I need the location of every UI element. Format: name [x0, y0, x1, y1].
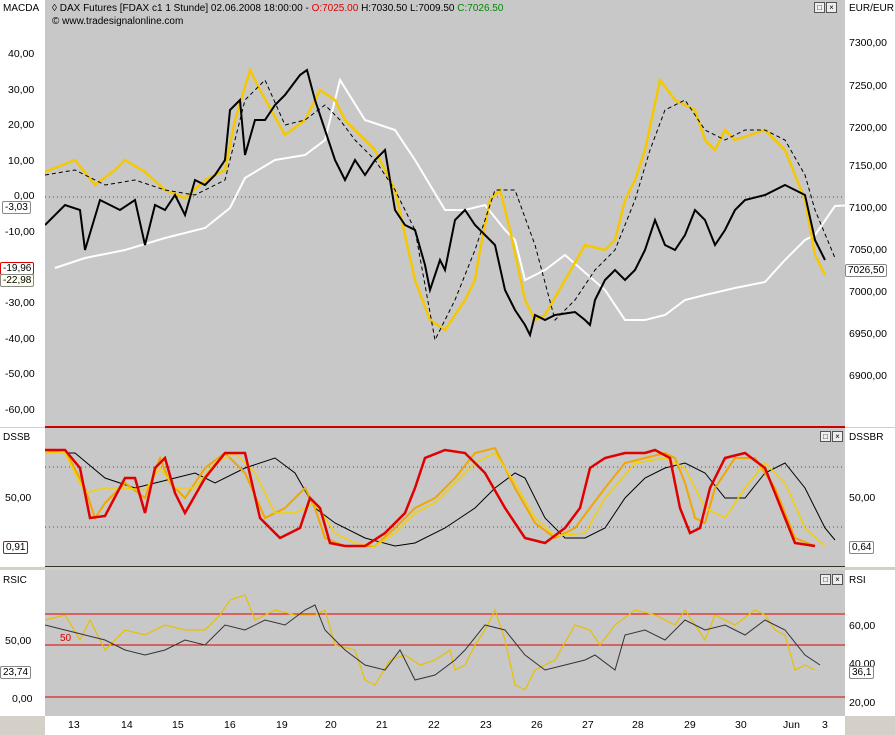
macd-tick: 10,00 — [8, 155, 35, 167]
rsic-marker: 23,74 — [0, 666, 32, 679]
date-tick: 14 — [121, 719, 133, 731]
dssb-tick: 50,00 — [5, 492, 32, 504]
rsic-tick: 50,00 — [5, 635, 32, 647]
dssbr-tick: 50,00 — [849, 492, 876, 504]
date-tick: 3 — [822, 719, 828, 731]
date-tick: 22 — [428, 719, 440, 731]
dssb-marker: 0,91 — [3, 541, 29, 554]
date-tick: 23 — [480, 719, 492, 731]
pane-label-macda: MACDA — [3, 3, 40, 14]
date-tick: 16 — [224, 719, 236, 731]
rsi-tick: 20,00 — [849, 697, 876, 709]
price-tick: 7150,00 — [849, 160, 887, 172]
date-tick: 15 — [172, 719, 184, 731]
price-envelope-line — [54, 77, 845, 321]
date-tick: 20 — [325, 719, 337, 731]
rsi-tick: 60,00 — [849, 620, 876, 632]
price-marker: 7026,50 — [845, 264, 888, 277]
price-tick: 7050,00 — [849, 244, 887, 256]
price-tick: 7300,00 — [849, 37, 887, 49]
price-tick: 6900,00 — [849, 370, 887, 382]
pane-label-dssb: DSSB — [3, 432, 31, 443]
pane-label-rsic: RSIC — [3, 575, 27, 586]
dssb-chart-svg — [45, 446, 845, 548]
macd-marker-signal: -3,03 — [2, 201, 31, 214]
date-tick: 28 — [632, 719, 644, 731]
date-tick: 13 — [68, 719, 80, 731]
macd-marker-hist: -22,98 — [0, 274, 35, 287]
macd-tick: -50,00 — [5, 368, 35, 380]
macd-tick: 30,00 — [8, 84, 35, 96]
macd-tick: -40,00 — [5, 333, 35, 345]
rsi-marker: 36,1 — [849, 666, 875, 679]
date-axis — [45, 716, 845, 735]
price-tick: 7100,00 — [849, 202, 887, 214]
date-tick: 27 — [582, 719, 594, 731]
price-tick: 7000,00 — [849, 286, 887, 298]
rsic-tick: 0,00 — [12, 693, 33, 705]
date-tick: Jun — [783, 719, 800, 731]
pane-label-rsi: RSI — [849, 575, 866, 586]
rsi-right-axis — [845, 570, 895, 716]
price-tick: 6950,00 — [849, 328, 887, 340]
rsi-chart-svg — [45, 594, 845, 698]
currency-label: EUR/EUR — [849, 3, 895, 14]
dssbr-marker: 0,64 — [849, 541, 875, 554]
macd-chart-svg — [45, 66, 845, 342]
macd-tick: 40,00 — [8, 48, 35, 60]
macd-tick: -60,00 — [5, 404, 35, 416]
price-tick: 7250,00 — [849, 80, 887, 92]
date-tick: 30 — [735, 719, 747, 731]
date-tick: 19 — [276, 719, 288, 731]
macd-tick: -10,00 — [5, 226, 35, 238]
macd-tick: 20,00 — [8, 119, 35, 131]
pane-label-dssbr: DSSBR — [849, 432, 884, 443]
price-tick: 7200,00 — [849, 122, 887, 134]
date-tick: 21 — [376, 719, 388, 731]
macd-tick: -30,00 — [5, 297, 35, 309]
date-tick: 29 — [684, 719, 696, 731]
date-tick: 26 — [531, 719, 543, 731]
